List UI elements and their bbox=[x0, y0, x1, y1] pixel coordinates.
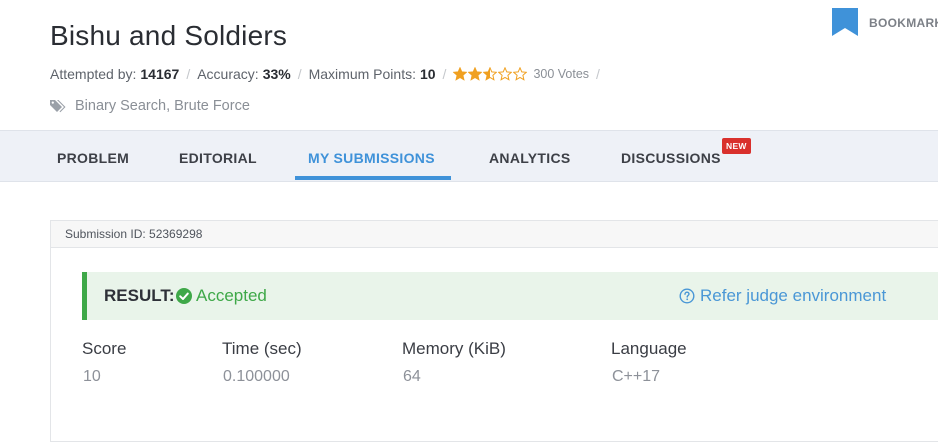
check-circle-icon bbox=[176, 288, 192, 304]
active-tab-indicator bbox=[295, 176, 451, 180]
attempted-label: Attempted by: bbox=[50, 66, 137, 82]
score-label: Score bbox=[82, 339, 127, 358]
half-star-icon[interactable] bbox=[483, 67, 498, 81]
meta-separator: / bbox=[186, 66, 191, 82]
tag-icon bbox=[50, 100, 66, 113]
submission-panel: Submission ID: 52369298 bbox=[50, 220, 938, 442]
tags-text[interactable]: Binary Search, Brute Force bbox=[75, 98, 250, 114]
time-label: Time (sec) bbox=[222, 339, 302, 358]
rating-stars[interactable] bbox=[453, 67, 528, 81]
problem-title: Bishu and Soldiers bbox=[50, 20, 288, 51]
judge-environment-link[interactable]: Refer judge environment bbox=[679, 286, 886, 306]
meta-separator: / bbox=[297, 66, 302, 82]
max-points-value: 10 bbox=[419, 66, 436, 82]
meta-separator: / bbox=[442, 66, 447, 82]
new-badge: NEW bbox=[722, 138, 751, 154]
problem-meta: Attempted by: 14167 / Accuracy: 33% / Ma… bbox=[50, 66, 607, 82]
meta-separator: / bbox=[596, 66, 600, 82]
result-banner: RESULT: Accepted Refer judge environment bbox=[82, 272, 938, 320]
result-status: Accepted bbox=[196, 286, 267, 305]
judge-link-text[interactable]: Refer judge environment bbox=[700, 286, 886, 306]
empty-star-icon[interactable] bbox=[513, 67, 528, 81]
memory-value: 64 bbox=[403, 368, 421, 385]
empty-star-icon[interactable] bbox=[498, 67, 513, 81]
tab-editorial[interactable]: EDITORIAL bbox=[179, 150, 257, 166]
tab-problem[interactable]: PROBLEM bbox=[57, 150, 129, 166]
star-icon[interactable] bbox=[468, 67, 483, 81]
tab-bar: PROBLEM EDITORIAL MY SUBMISSIONS ANALYTI… bbox=[0, 130, 938, 182]
star-icon[interactable] bbox=[453, 67, 468, 81]
bookmark-icon[interactable] bbox=[832, 8, 858, 36]
tab-my-submissions[interactable]: MY SUBMISSIONS bbox=[308, 150, 435, 166]
bookmark-button[interactable]: BOOKMARK bbox=[869, 16, 938, 30]
accuracy-label: Accuracy: bbox=[197, 66, 259, 82]
time-value: 0.100000 bbox=[223, 368, 290, 385]
result-label: RESULT: bbox=[104, 286, 175, 305]
tab-analytics[interactable]: ANALYTICS bbox=[489, 150, 571, 166]
problem-tags: Binary Search, Brute Force bbox=[50, 98, 250, 114]
question-circle-icon bbox=[679, 288, 695, 304]
submission-header: Submission ID: 52369298 bbox=[51, 221, 938, 248]
submission-id: Submission ID: 52369298 bbox=[65, 227, 203, 241]
tab-discussions[interactable]: DISCUSSIONS bbox=[621, 150, 721, 166]
max-points-label: Maximum Points: bbox=[308, 66, 416, 82]
votes-count: 300 Votes bbox=[533, 67, 590, 81]
score-value: 10 bbox=[83, 368, 101, 385]
attempted-value: 14167 bbox=[140, 66, 180, 82]
language-value: C++17 bbox=[612, 368, 661, 385]
memory-label: Memory (KiB) bbox=[402, 339, 506, 358]
language-label: Language bbox=[611, 339, 687, 358]
accuracy-value: 33% bbox=[262, 66, 291, 82]
